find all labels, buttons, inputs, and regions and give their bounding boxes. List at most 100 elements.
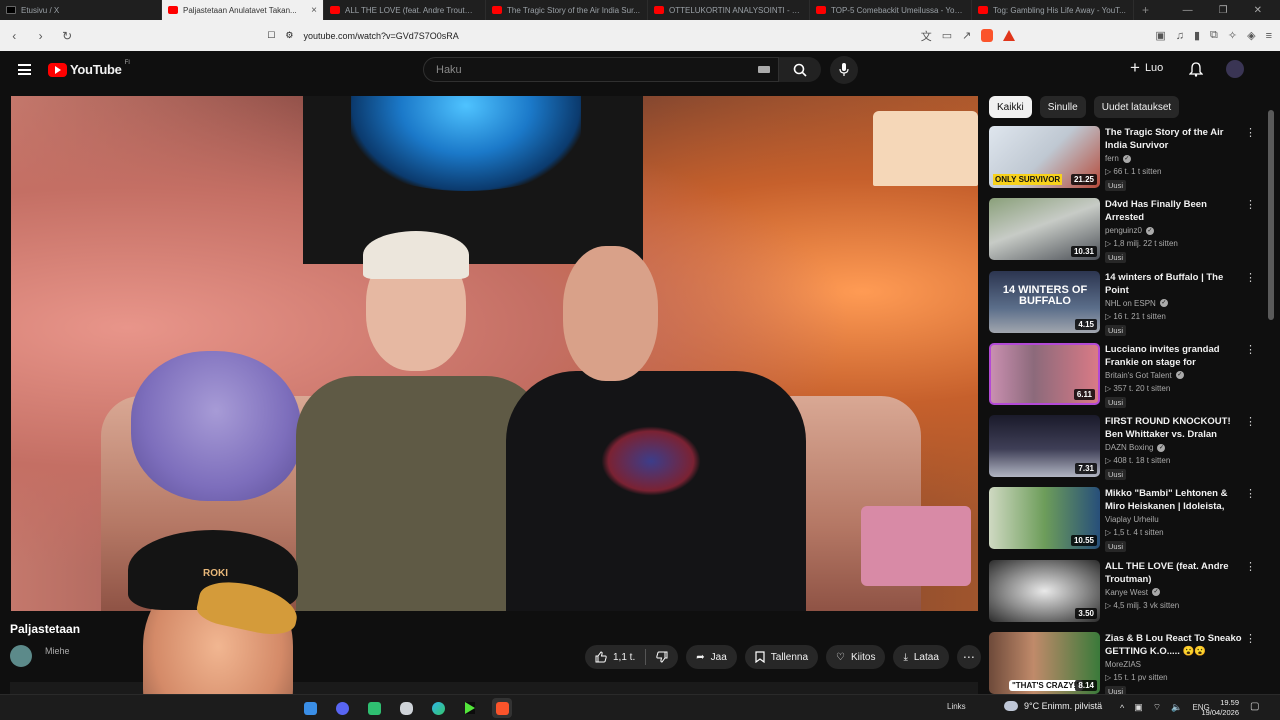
recommendation-channel[interactable]: Viaplay Urheilu bbox=[1105, 515, 1159, 524]
recommendation-title[interactable]: Zias & B Lou React To Sneako GETTING K.O… bbox=[1105, 632, 1245, 658]
browser-tab-active[interactable]: Paljastetaan Anulatavet Takan... × bbox=[162, 0, 324, 20]
more-options-icon[interactable]: ⋮ bbox=[1245, 487, 1256, 500]
network-icon[interactable]: ▣ bbox=[1134, 702, 1143, 713]
more-options-icon[interactable]: ⋮ bbox=[1245, 632, 1256, 645]
recommendation-channel[interactable]: fern ✓ bbox=[1105, 154, 1131, 163]
sidebar-toggle-icon[interactable]: ▮ bbox=[1194, 29, 1200, 42]
create-button[interactable]: + Luo bbox=[1130, 59, 1163, 76]
clock[interactable]: 19.59 19/04/2026 bbox=[1199, 698, 1239, 718]
recommendation-title[interactable]: D4vd Has Finally Been Arrested bbox=[1105, 198, 1245, 224]
minimize-icon[interactable]: — bbox=[1183, 5, 1193, 16]
share-button[interactable]: ➦ Jaa bbox=[686, 645, 737, 669]
chip-new-uploads[interactable]: Uudet lataukset bbox=[1093, 96, 1180, 118]
close-window-icon[interactable]: ✕ bbox=[1254, 5, 1262, 16]
more-actions-button[interactable]: ⋯ bbox=[956, 645, 981, 669]
extensions-icon[interactable]: ⧉ bbox=[1210, 29, 1218, 42]
dislike-button[interactable] bbox=[646, 645, 678, 669]
video-thumbnail[interactable]: 10.55 bbox=[989, 487, 1100, 550]
url-text[interactable]: youtube.com/watch?v=GVd7S7O0sRA bbox=[303, 31, 458, 41]
chevron-up-icon[interactable]: ^ bbox=[1120, 703, 1124, 713]
menu-icon[interactable]: ≡ bbox=[1266, 30, 1272, 42]
youtube-logo[interactable]: YouTube FI bbox=[48, 60, 130, 77]
close-tab-icon[interactable]: × bbox=[311, 5, 317, 16]
recommendation-item[interactable]: ONLY SURVIVOR 21.25 The Tragic Story of … bbox=[989, 124, 1265, 196]
video-thumbnail[interactable]: 7.31 bbox=[989, 415, 1100, 478]
channel-name[interactable]: Miehe bbox=[45, 646, 70, 656]
more-options-icon[interactable]: ⋮ bbox=[1245, 198, 1256, 211]
browser-tab[interactable]: ALL THE LOVE (feat. Andre Troutman... bbox=[324, 0, 486, 20]
search-button[interactable] bbox=[779, 57, 821, 82]
reload-icon[interactable]: ↻ bbox=[61, 29, 73, 43]
translate-icon[interactable]: 文 bbox=[921, 28, 932, 44]
notifications-button[interactable] bbox=[1188, 62, 1204, 82]
save-button[interactable]: Tallenna bbox=[744, 645, 819, 669]
share-page-icon[interactable]: ↗ bbox=[962, 29, 971, 42]
voice-search-button[interactable] bbox=[830, 56, 858, 84]
recommendation-channel[interactable]: DAZN Boxing ✓ bbox=[1105, 443, 1166, 452]
chip-all[interactable]: Kaikki bbox=[989, 96, 1032, 118]
more-options-icon[interactable]: ⋮ bbox=[1245, 343, 1256, 356]
wallet-icon[interactable]: ▣ bbox=[1155, 29, 1165, 42]
chip-for-you[interactable]: Sinulle bbox=[1039, 96, 1086, 118]
recommendation-item[interactable]: 7.31 FIRST ROUND KNOCKOUT! Ben Whittaker… bbox=[989, 413, 1265, 485]
maximize-icon[interactable]: ❐ bbox=[1219, 5, 1228, 16]
keyboard-icon[interactable] bbox=[758, 66, 770, 73]
video-thumbnail[interactable]: 3.50 bbox=[989, 559, 1100, 622]
media-icon[interactable]: ♫ bbox=[1176, 30, 1184, 42]
taskbar-app-icon[interactable] bbox=[300, 698, 320, 718]
guide-menu-icon[interactable] bbox=[18, 64, 31, 75]
more-options-icon[interactable]: ⋮ bbox=[1245, 560, 1256, 573]
discord-icon[interactable] bbox=[332, 698, 352, 718]
recommendation-item[interactable]: 3.50 ALL THE LOVE (feat. Andre Troutman)… bbox=[989, 558, 1265, 630]
video-thumbnail[interactable]: 14 WINTERS OF BUFFALO 4.15 bbox=[989, 270, 1100, 333]
forward-icon[interactable]: › bbox=[34, 29, 46, 43]
recommendation-item[interactable]: 10.31 D4vd Has Finally Been Arrested pen… bbox=[989, 196, 1265, 268]
back-icon[interactable]: ‹ bbox=[8, 29, 20, 43]
site-info-icon[interactable]: ⚙ bbox=[285, 30, 293, 41]
like-button[interactable]: 1,1 t. bbox=[585, 645, 645, 669]
recommendation-title[interactable]: The Tragic Story of the Air India Surviv… bbox=[1105, 126, 1245, 152]
recommendation-item[interactable]: 6.11 Lucciano invites grandad Frankie on… bbox=[989, 341, 1265, 413]
download-button[interactable]: ⤓ Lataa bbox=[893, 645, 949, 669]
brave-icon[interactable] bbox=[492, 698, 512, 718]
recommendation-title[interactable]: ALL THE LOVE (feat. Andre Troutman) bbox=[1105, 560, 1245, 586]
recommendation-channel[interactable]: Kanye West ✓ bbox=[1105, 588, 1160, 597]
thanks-button[interactable]: ♡ Kiitos bbox=[826, 645, 886, 669]
brave-shields-icon[interactable] bbox=[981, 29, 994, 42]
taskbar-shield-icon[interactable] bbox=[396, 698, 416, 718]
links-toolbar[interactable]: Links bbox=[947, 702, 966, 711]
video-thumbnail[interactable]: 6.11 bbox=[989, 342, 1100, 405]
sidebar-scrollbar[interactable] bbox=[1268, 110, 1274, 320]
leo-icon[interactable]: ✧ bbox=[1228, 29, 1237, 42]
more-options-icon[interactable]: ⋮ bbox=[1245, 271, 1256, 284]
volume-icon[interactable]: 🔈 bbox=[1171, 702, 1182, 713]
brave-rewards-icon[interactable] bbox=[1003, 30, 1016, 41]
video-thumbnail[interactable]: "THAT'S CRAZY!" 8.14 bbox=[989, 632, 1100, 695]
wifi-icon[interactable]: ⌔ bbox=[1153, 702, 1161, 713]
vpn-icon[interactable]: ◈ bbox=[1247, 29, 1255, 42]
recommendation-item[interactable]: "THAT'S CRAZY!" 8.14 Zias & B Lou React … bbox=[989, 630, 1265, 702]
recommendation-item[interactable]: 14 WINTERS OF BUFFALO 4.15 14 winters of… bbox=[989, 269, 1265, 341]
address-bar[interactable]: ☐ ⚙ youtube.com/watch?v=GVd7S7O0sRA bbox=[267, 30, 906, 41]
bookmark-icon[interactable]: ☐ bbox=[267, 30, 275, 41]
edge-icon[interactable] bbox=[428, 698, 448, 718]
recommendation-channel[interactable]: penguinz0 ✓ bbox=[1105, 226, 1154, 235]
recommendation-title[interactable]: 14 winters of Buffalo | The Point bbox=[1105, 271, 1245, 297]
more-options-icon[interactable]: ⋮ bbox=[1245, 126, 1256, 139]
more-options-icon[interactable]: ⋮ bbox=[1245, 415, 1256, 428]
taskbar-green-app-icon[interactable] bbox=[364, 698, 384, 718]
browser-tab[interactable]: The Tragic Story of the Air India Sur... bbox=[486, 0, 648, 20]
recommendation-title[interactable]: Mikko "Bambi" Lehtonen & Miro Heiskanen … bbox=[1105, 487, 1245, 513]
recommendation-channel[interactable]: NHL on ESPN ✓ bbox=[1105, 299, 1168, 308]
recommendation-channel[interactable]: Britain's Got Talent ✓ bbox=[1105, 371, 1184, 380]
browser-tab[interactable]: TOP-5 Comebackit Umeilussa - YouT... bbox=[810, 0, 972, 20]
recommendation-title[interactable]: FIRST ROUND KNOCKOUT! Ben Whittaker vs. … bbox=[1105, 415, 1245, 441]
new-tab-button[interactable]: + bbox=[1134, 3, 1149, 17]
recommendation-title[interactable]: Lucciano invites grandad Frankie on stag… bbox=[1105, 343, 1245, 369]
channel-avatar[interactable] bbox=[10, 645, 32, 667]
play-app-icon[interactable] bbox=[460, 698, 480, 718]
video-thumbnail[interactable]: ONLY SURVIVOR 21.25 bbox=[989, 126, 1100, 188]
search-input[interactable]: Haku bbox=[423, 57, 779, 82]
recommendation-channel[interactable]: MoreZIAS bbox=[1105, 660, 1141, 669]
browser-tab[interactable]: Tog: Gambling His Life Away - YouT... bbox=[972, 0, 1134, 20]
